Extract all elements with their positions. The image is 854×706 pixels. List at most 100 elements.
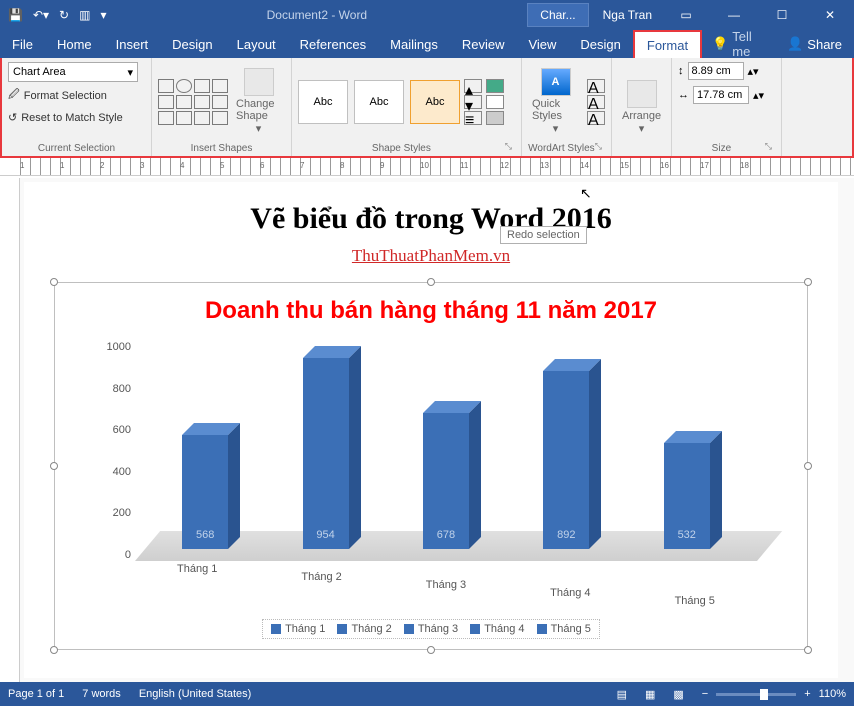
reset-style-button[interactable]: ↺Reset to Match Style [8,109,123,126]
spinner-icon[interactable]: ▴▾ [748,65,759,78]
language-indicator[interactable]: English (United States) [139,688,252,700]
group-size: ↕8.89 cm▴▾ ↔17.78 cm▴▾ Size⤡ [672,58,782,156]
group-label [618,152,665,156]
save-icon[interactable]: 💾 [8,8,23,22]
document-heading: Vẽ biểu đồ trong Word 2016 [54,202,808,236]
change-shape-button[interactable]: Change Shape▾ [232,66,285,137]
resize-handle[interactable] [50,462,58,470]
text-fill-button[interactable]: A [587,79,605,93]
gallery-scroll[interactable]: ▴▾≡ [464,79,482,125]
tab-view[interactable]: View [516,30,568,58]
resize-handle[interactable] [50,646,58,654]
chart-element-dropdown[interactable]: Chart Area▾ [8,62,138,82]
group-label: Shape Styles [298,141,505,156]
chart-bar[interactable]: 892 [543,371,589,549]
print-layout-icon[interactable]: ▦ [645,688,655,701]
zoom-level[interactable]: 110% [819,688,846,700]
resize-handle[interactable] [804,646,812,654]
chart-legend[interactable]: Tháng 1 Tháng 2 Tháng 3 Tháng 4 Tháng 5 [262,619,600,639]
undo-icon[interactable]: ↶▾ [33,8,49,22]
tab-references[interactable]: References [288,30,378,58]
user-name[interactable]: Nga Tran [597,8,658,22]
tab-file[interactable]: File [0,30,45,58]
tab-review[interactable]: Review [450,30,517,58]
zoom-in-button[interactable]: + [804,688,810,700]
zoom-out-button[interactable]: − [702,688,708,700]
resize-handle[interactable] [804,278,812,286]
word-count[interactable]: 7 words [82,688,121,700]
maximize-icon[interactable]: ☐ [762,8,802,22]
status-bar: Page 1 of 1 7 words English (United Stat… [0,682,854,706]
chart-plot-area[interactable]: 1000 800 600 400 200 0 568954678892532 T… [135,341,757,601]
group-insert-shapes: Change Shape▾ Insert Shapes [152,58,292,156]
page-indicator[interactable]: Page 1 of 1 [8,688,64,700]
wordart-icon: A [541,68,571,96]
document-link[interactable]: ThuThuatPhanMem.vn [54,246,808,266]
format-selection-button[interactable]: 🖉Format Selection [8,84,107,107]
document-title: Document2 - Word [106,8,527,22]
horizontal-ruler[interactable]: 1123456789101112131415161718 [0,158,854,176]
tab-chart-design[interactable]: Design [568,30,632,58]
resize-handle[interactable] [427,278,435,286]
dialog-launcher-icon[interactable]: ⤡ [765,141,775,156]
ribbon: Chart Area▾ 🖉Format Selection ↺Reset to … [0,58,854,158]
quick-styles-button[interactable]: A Quick Styles▾ [528,66,583,137]
chart-object[interactable]: Doanh thu bán hàng tháng 11 năm 2017 100… [54,282,808,650]
shape-outline-button[interactable] [486,95,504,109]
tab-format[interactable]: Format [633,30,702,58]
tab-insert[interactable]: Insert [104,30,161,58]
resize-handle[interactable] [804,462,812,470]
spinner-icon[interactable]: ▴▾ [753,89,764,102]
vertical-ruler[interactable] [0,178,20,682]
text-effects-button[interactable]: A [587,111,605,125]
tab-home[interactable]: Home [45,30,104,58]
chart-title[interactable]: Doanh thu bán hàng tháng 11 năm 2017 [65,297,797,325]
web-layout-icon[interactable]: ▩ [673,688,683,701]
tell-me-search[interactable]: 💡Tell me [702,30,775,58]
close-icon[interactable]: ✕ [810,8,850,22]
shape-style-gallery[interactable]: Abc Abc Abc [298,80,460,124]
dialog-launcher-icon[interactable]: ⤡ [505,141,515,156]
tab-mailings[interactable]: Mailings [378,30,450,58]
group-wordart-styles: A Quick Styles▾ A A A WordArt Styles⤡ [522,58,612,156]
shape-fill-button[interactable] [486,79,504,93]
qat-customize-icon[interactable]: ▥ [79,8,90,22]
chart-bar[interactable]: 568 [182,435,228,549]
page[interactable]: Vẽ biểu đồ trong Word 2016 ThuThuatPhanM… [24,182,838,678]
zoom-slider[interactable] [716,693,796,696]
redo-icon[interactable]: ↻ [59,8,69,22]
data-label: 568 [182,529,228,541]
shape-effects-button[interactable] [486,111,504,125]
tab-design[interactable]: Design [160,30,224,58]
shape-gallery[interactable] [158,79,228,125]
ribbon-options-icon[interactable]: ▭ [666,8,706,22]
read-mode-icon[interactable]: ▤ [617,688,627,701]
resize-handle[interactable] [50,278,58,286]
group-current-selection: Chart Area▾ 🖉Format Selection ↺Reset to … [2,58,152,156]
arrange-button[interactable]: Arrange▾ [618,78,665,137]
style-preset-2[interactable]: Abc [354,80,404,124]
chart-bar[interactable]: 678 [423,413,469,549]
width-icon: ↔ [678,89,689,101]
width-input[interactable]: 17.78 cm [693,86,749,104]
style-preset-3[interactable]: Abc [410,80,460,124]
share-button[interactable]: 👤Share [775,30,854,58]
style-preset-1[interactable]: Abc [298,80,348,124]
data-label: 892 [543,529,589,541]
tooltip: Redo selection [500,226,587,244]
minimize-icon[interactable]: — [714,8,754,22]
group-arrange: Arrange▾ [612,58,672,156]
change-shape-icon [244,68,274,96]
tab-layout[interactable]: Layout [225,30,288,58]
group-label: Current Selection [8,141,145,156]
resize-handle[interactable] [427,646,435,654]
height-input[interactable]: 8.89 cm [688,62,744,80]
chevron-down-icon: ▾ [127,66,133,79]
height-icon: ↕ [678,65,684,77]
contextual-tab-label[interactable]: Char... [527,3,588,27]
text-outline-button[interactable]: A [587,95,605,109]
chart-bar[interactable]: 954 [303,358,349,549]
dialog-launcher-icon[interactable]: ⤡ [595,141,605,156]
chart-bar[interactable]: 532 [664,443,710,549]
title-bar: 💾 ↶▾ ↻ ▥ ▾ Document2 - Word Char... Nga … [0,0,854,30]
